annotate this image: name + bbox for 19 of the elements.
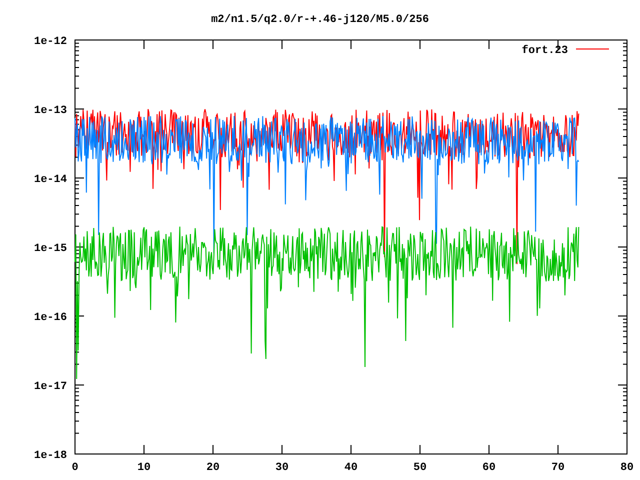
- x-tick-label: 20: [206, 462, 220, 474]
- y-tick-label: 1e-12: [34, 36, 67, 48]
- chart-title: m2/n1.5/q2.0/r-+.46-j120/M5.0/256: [211, 14, 429, 26]
- x-tick-label: 80: [620, 462, 634, 474]
- y-tick-label: 1e-14: [34, 174, 67, 186]
- x-tick-label: 30: [275, 462, 289, 474]
- x-tick-label: 40: [344, 462, 358, 474]
- legend-line: [576, 48, 610, 50]
- x-tick-label: 60: [482, 462, 496, 474]
- x-tick-label: 70: [551, 462, 565, 474]
- x-tick-label: 10: [137, 462, 151, 474]
- y-tick-label: 1e-15: [34, 243, 67, 255]
- y-tick-label: 1e-16: [34, 312, 67, 324]
- y-tick-label: 1e-13: [34, 105, 67, 117]
- x-tick-label: 0: [72, 462, 78, 474]
- legend-label: fort.23: [522, 45, 568, 57]
- y-tick-label: 1e-17: [34, 381, 67, 393]
- y-tick-label: 1e-18: [34, 450, 67, 462]
- x-tick-label: 50: [413, 462, 427, 474]
